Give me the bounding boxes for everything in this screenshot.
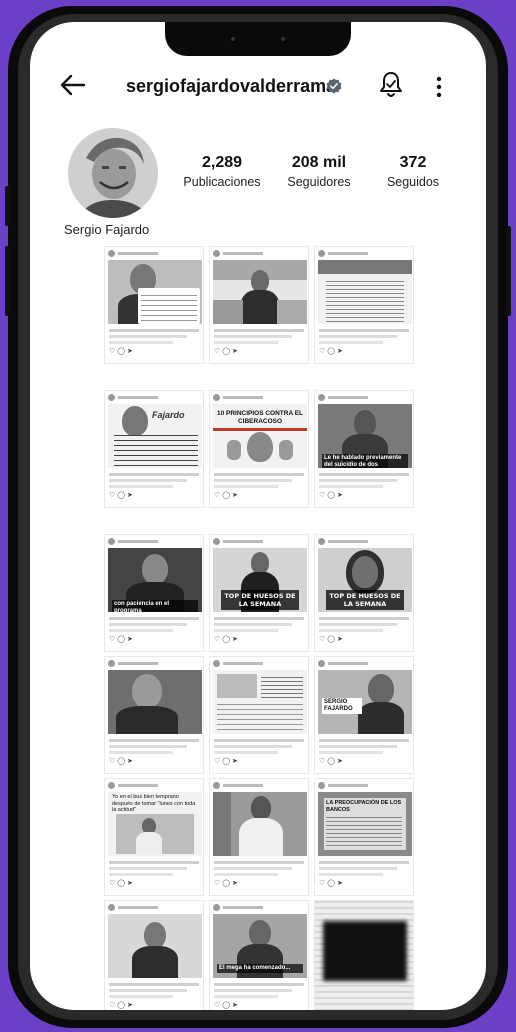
profile-display-name: Sergio Fajardo	[64, 222, 150, 237]
post-tile-blurred[interactable]	[314, 900, 414, 1010]
post-tile[interactable]: con paciencia en el programa ♡ ◯ ➤	[104, 534, 204, 652]
post-tile[interactable]: ♡ ◯ ➤	[104, 900, 204, 1010]
notch	[165, 22, 351, 56]
more-options-icon[interactable]	[432, 74, 446, 100]
post-tile[interactable]: El mega ha comenzado... ♡ ◯ ➤	[209, 900, 309, 1010]
post-caption-overlay: con paciencia en el programa	[112, 600, 198, 612]
profile-username: sergiofajardovalderrama	[126, 76, 337, 96]
post-tile[interactable]: TOP DE HUESOS DE LA SEMANA ♡ ◯ ➤	[209, 534, 309, 652]
stat-posts-value: 2,289	[201, 154, 243, 171]
post-caption-overlay: Le he hablado previamente del suicidio d…	[322, 454, 408, 468]
stat-followers[interactable]: 208 mil Seguidores	[280, 154, 358, 189]
post-title: TOP DE HUESOS DE LA SEMANA	[221, 590, 299, 610]
post-tile[interactable]: 10 PRINCIPIOS CONTRA EL CIBERACOSO ♡ ◯ ➤	[209, 390, 309, 508]
stat-followers-label: Seguidores	[287, 175, 351, 189]
post-caption-overlay: El mega ha comenzado...	[217, 964, 303, 973]
post-tile[interactable]: ♡ ◯ ➤	[314, 246, 414, 364]
post-tile[interactable]: Yo en el bus bien temprano después de to…	[104, 778, 204, 896]
post-tile[interactable]: TOP DE HUESOS DE LA SEMANA ♡ ◯ ➤	[314, 534, 414, 652]
posts-grid: ♡ ◯ ➤ ♡ ◯ ➤ ♡ ◯ ➤ Fajardo ♡ ◯ ➤ 10 PRINC…	[92, 244, 426, 1010]
post-tile[interactable]: SERGIO FAJARDO ♡ ◯ ➤	[314, 656, 414, 774]
post-name-tag: SERGIO FAJARDO	[322, 698, 362, 714]
notification-bell-icon[interactable]	[378, 70, 404, 100]
post-tile[interactable]: ♡ ◯ ➤	[209, 778, 309, 896]
post-tile[interactable]: ♡ ◯ ➤	[104, 246, 204, 364]
stat-following[interactable]: 372 Seguidos	[378, 154, 448, 189]
stat-followers-value: 208 mil	[291, 154, 347, 171]
stat-posts[interactable]: 2,289 Publicaciones	[182, 154, 262, 189]
screen: sergiofajardovalderrama Sergio Fajardo 2…	[30, 22, 486, 1010]
stat-following-label: Seguidos	[386, 175, 440, 189]
profile-header: sergiofajardovalderrama	[30, 68, 486, 108]
post-tile[interactable]: ♡ ◯ ➤	[104, 656, 204, 774]
post-tile[interactable]: ♡ ◯ ➤	[209, 246, 309, 364]
post-title: 10 PRINCIPIOS CONTRA EL CIBERACOSO	[216, 410, 304, 425]
stat-posts-label: Publicaciones	[183, 175, 261, 189]
post-tweet-text: Yo en el bus bien temprano después de to…	[112, 794, 196, 813]
arrow-left-icon[interactable]	[58, 70, 88, 100]
post-title: TOP DE HUESOS DE LA SEMANA	[326, 590, 404, 610]
post-headline: LA PREOCUPACIÓN DE LOS BANCOS	[326, 800, 402, 813]
stat-following-value: 372	[399, 154, 427, 171]
verified-badge-icon	[326, 78, 342, 94]
post-tile[interactable]: ♡ ◯ ➤	[209, 656, 309, 774]
post-tile[interactable]: Fajardo ♡ ◯ ➤	[104, 390, 204, 508]
avatar-photo	[68, 128, 158, 218]
post-tile[interactable]: LA PREOCUPACIÓN DE LOS BANCOS ♡ ◯ ➤	[314, 778, 414, 896]
post-tile[interactable]: Le he hablado previamente del suicidio d…	[314, 390, 414, 508]
avatar[interactable]	[68, 128, 158, 218]
